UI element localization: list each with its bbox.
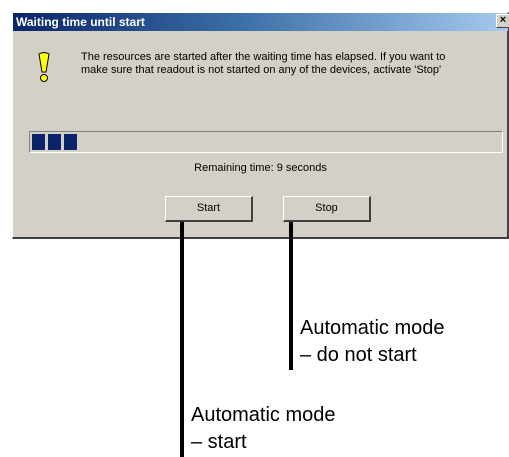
start-callout-line1: Automatic mode [191,404,336,426]
message-line-2: make sure that readout is not started on… [81,64,442,76]
dialog-title: Waiting time until start [16,15,145,29]
dialog-message: The resources are started after the wait… [81,51,506,77]
stop-button[interactable]: Stop [283,196,371,222]
dialog-titlebar: Waiting time until start × [13,13,509,31]
start-callout-line2: – start [191,431,247,453]
progress-bar [29,131,503,153]
warning-exclamation-icon [38,52,50,82]
waiting-time-dialog: Waiting time until start × The resources… [12,12,509,239]
close-button[interactable]: × [496,14,509,28]
progress-block [48,134,61,150]
message-line-1: The resources are started after the wait… [81,51,446,63]
start-callout-line [180,222,184,457]
remaining-time-label: Remaining time: 9 seconds [194,162,327,174]
stop-callout-label: Automatic mode – do not start [300,315,445,369]
stop-callout-line2: – do not start [300,344,417,366]
start-button[interactable]: Start [165,196,253,222]
progress-fill [32,134,77,150]
progress-block [32,134,45,150]
progress-block [64,134,77,150]
stop-callout-line1: Automatic mode [300,317,445,339]
start-callout-label: Automatic mode – start [191,402,336,456]
stop-callout-line [289,222,293,370]
